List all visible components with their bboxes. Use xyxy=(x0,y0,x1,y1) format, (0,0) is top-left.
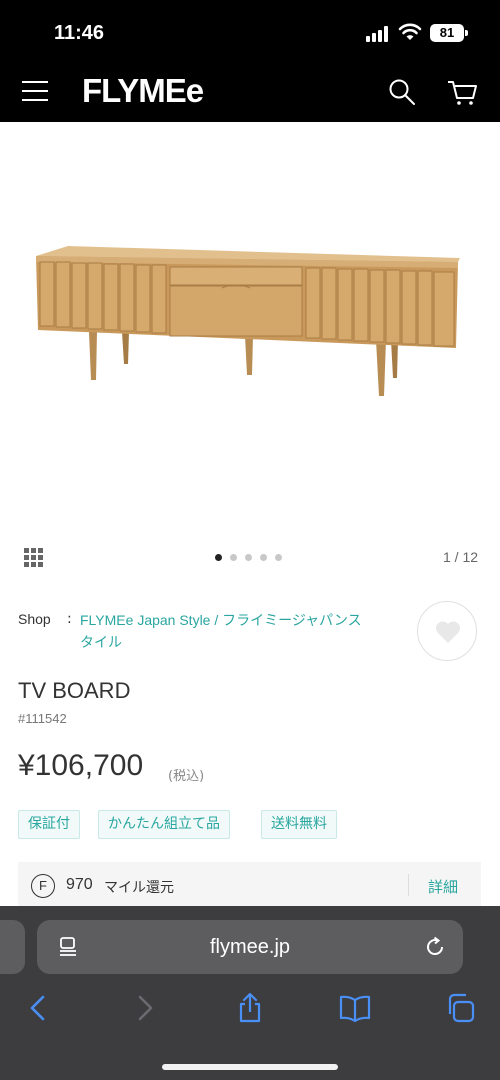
battery-indicator: 81 xyxy=(430,24,464,42)
cellular-signal-icon xyxy=(366,26,390,42)
reload-icon[interactable] xyxy=(423,935,447,959)
image-counter: 1 / 12 xyxy=(443,549,479,565)
url-text: flymee.jp xyxy=(209,936,291,958)
browser-toolbar: flymee.jp xyxy=(0,906,500,1080)
carousel-dot[interactable] xyxy=(260,554,267,561)
grid-view-icon[interactable] xyxy=(24,548,44,568)
carousel-dot[interactable] xyxy=(230,554,237,561)
tag-easy-assembly: かんたん組立て品 xyxy=(98,810,230,839)
shop-separator: : xyxy=(67,611,72,627)
miles-detail-link[interactable]: 詳細 xyxy=(428,876,458,897)
product-price: ¥106,700 xyxy=(18,749,144,782)
carousel-dot[interactable] xyxy=(215,554,222,561)
bookmarks-icon[interactable] xyxy=(339,992,371,1024)
heart-icon xyxy=(435,621,461,643)
site-logo[interactable]: FLYMEe xyxy=(82,72,204,110)
status-time: 11:46 xyxy=(54,22,105,44)
carousel-dot[interactable] xyxy=(245,554,252,561)
flymee-mile-icon: F xyxy=(31,874,55,898)
cart-icon[interactable] xyxy=(446,78,478,106)
tabs-icon[interactable] xyxy=(444,992,476,1024)
carousel-controls: 1 / 12 xyxy=(0,540,500,576)
tag-warranty: 保証付 xyxy=(18,810,80,839)
miles-label: マイル還元 xyxy=(104,880,174,896)
divider xyxy=(408,874,409,896)
tax-note: (税込) xyxy=(168,769,205,784)
miles-amount: 970 xyxy=(66,876,93,893)
menu-button[interactable] xyxy=(22,80,50,102)
tag-free-shipping: 送料無料 xyxy=(261,810,337,839)
address-bar[interactable]: flymee.jp xyxy=(37,920,463,974)
previous-tab-peek[interactable] xyxy=(0,920,25,974)
product-sku: #111542 xyxy=(18,711,67,726)
product-title: TV BOARD xyxy=(18,678,131,703)
search-icon[interactable] xyxy=(388,78,416,106)
shop-link[interactable]: FLYMEe Japan Style / フライミージャパンスタイル xyxy=(80,609,370,653)
site-header: 11:46 81 FLYMEe xyxy=(0,0,500,122)
favorite-button[interactable] xyxy=(417,601,477,661)
shop-label: Shop xyxy=(18,611,51,627)
product-image[interactable] xyxy=(0,122,500,532)
share-icon[interactable] xyxy=(234,992,266,1024)
forward-icon[interactable] xyxy=(129,992,161,1024)
carousel-dot[interactable] xyxy=(275,554,282,561)
back-icon[interactable] xyxy=(22,992,54,1024)
wifi-icon xyxy=(398,23,422,40)
battery-tip xyxy=(465,30,468,36)
home-indicator xyxy=(162,1064,338,1070)
